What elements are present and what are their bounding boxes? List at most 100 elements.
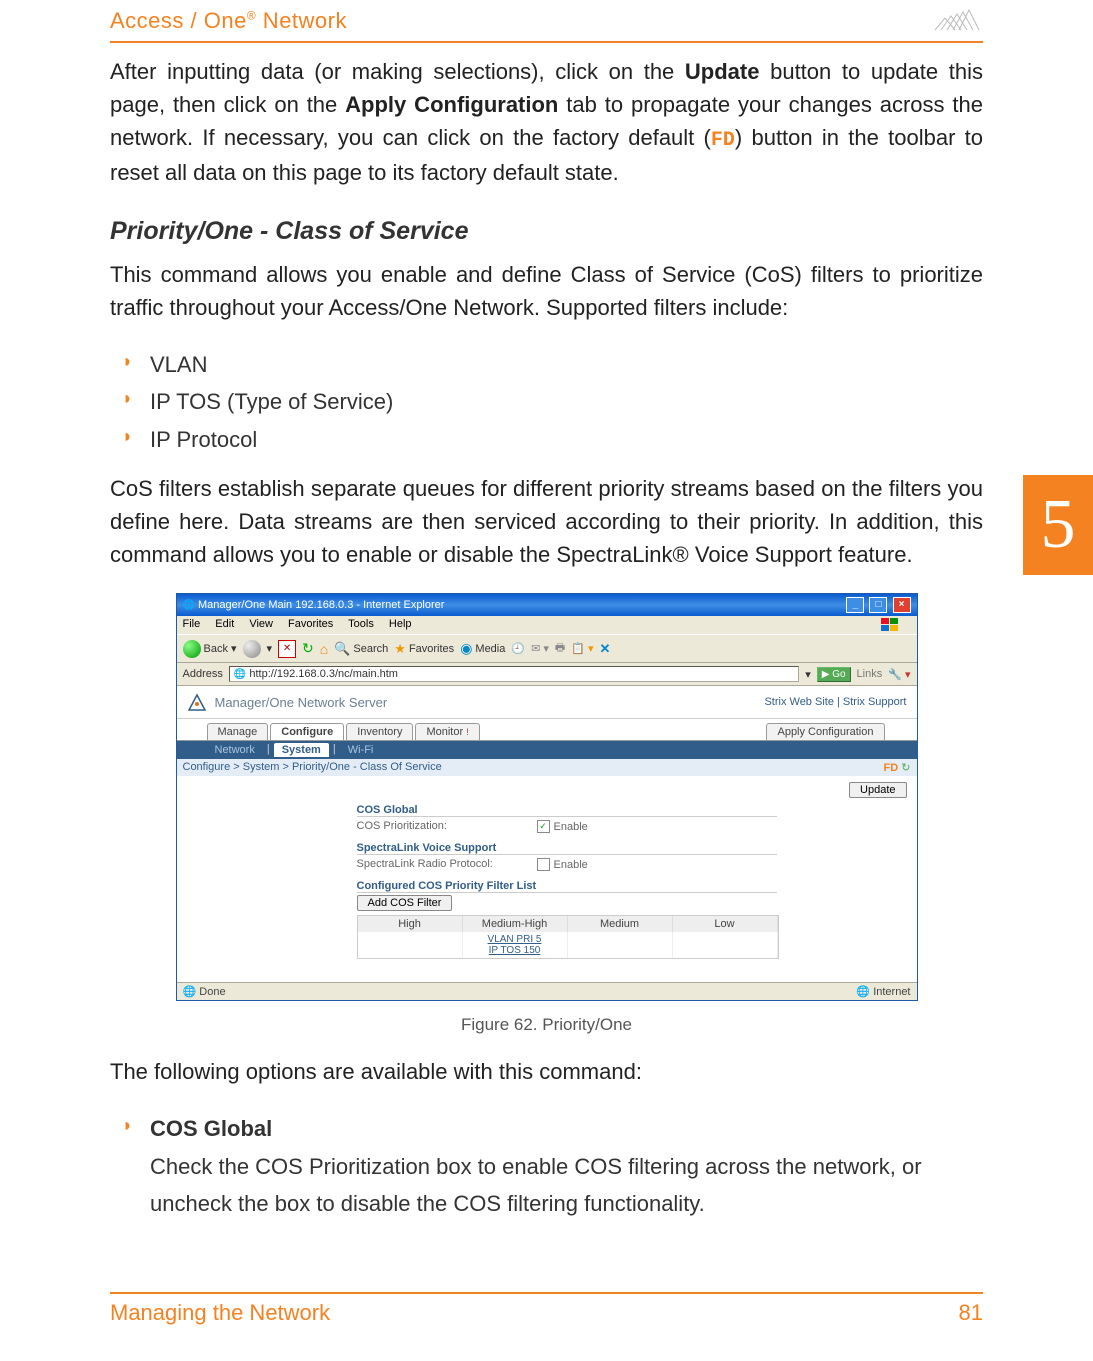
- menu-tools[interactable]: Tools: [348, 618, 374, 630]
- update-button[interactable]: Update: [849, 782, 906, 798]
- header-title-pre: Access / One: [110, 8, 247, 33]
- header-title-sup: ®: [247, 9, 256, 23]
- cos-prioritization-checkbox[interactable]: ✓: [537, 820, 550, 833]
- subtab-system[interactable]: System: [274, 743, 329, 757]
- back-label: Back: [204, 643, 228, 655]
- status-done-text: Done: [199, 986, 225, 998]
- menu-view[interactable]: View: [249, 618, 273, 630]
- fd-button[interactable]: FD: [884, 762, 899, 774]
- menu-help[interactable]: Help: [389, 618, 412, 630]
- address-label: Address: [183, 668, 223, 680]
- filter-list-section: Configured COS Priority Filter List Add …: [357, 880, 777, 959]
- footer-section: Managing the Network: [110, 1300, 330, 1326]
- option-description: Check the COS Prioritization box to enab…: [150, 1154, 922, 1216]
- cos-global-section: COS Global COS Prioritization: ✓ Enable: [357, 804, 777, 834]
- subtab-network[interactable]: Network: [207, 743, 263, 757]
- app-header: Manager/One Network Server Strix Web Sit…: [177, 686, 917, 719]
- address-input[interactable]: 🌐 http://192.168.0.3/nc/main.htm: [229, 666, 799, 682]
- section-heading: Priority/One - Class of Service: [110, 217, 983, 246]
- ie-statusbar: 🌐 Done 🌐 Internet: [177, 982, 917, 1000]
- list-item: IP TOS (Type of Service): [150, 383, 983, 420]
- breadcrumb-bar: Configure > System > Priority/One - Clas…: [177, 759, 917, 776]
- stop-button[interactable]: ✕: [278, 640, 296, 658]
- alert-icon: !: [466, 727, 469, 737]
- history-icon[interactable]: 🕘: [511, 642, 525, 655]
- figure-caption: Figure 62. Priority/One: [110, 1015, 983, 1035]
- media-label: Media: [475, 643, 505, 655]
- ie-menubar: File Edit View Favorites Tools Help: [177, 616, 917, 634]
- footer-page-number: 81: [959, 1300, 983, 1326]
- links-icon[interactable]: 🔧 ▾: [888, 668, 910, 681]
- favorites-label: Favorites: [409, 643, 454, 655]
- tab-inventory[interactable]: Inventory: [346, 723, 413, 740]
- spectralink-checkbox[interactable]: [537, 858, 550, 871]
- top-links[interactable]: Strix Web Site | Strix Support: [764, 696, 906, 708]
- main-tabs: Manage Configure Inventory Monitor ! App…: [177, 719, 917, 741]
- spectralink-title: SpectraLink Voice Support: [357, 842, 777, 855]
- spectralink-value: Enable: [554, 859, 588, 871]
- col-low: Low: [673, 916, 778, 932]
- col-high: High: [358, 916, 463, 932]
- filter-link-iptos[interactable]: IP TOS 150: [465, 945, 565, 956]
- ie-addressbar: Address 🌐 http://192.168.0.3/nc/main.htm…: [177, 663, 917, 686]
- spectralink-section: SpectraLink Voice Support SpectraLink Ra…: [357, 842, 777, 872]
- header-title-post: Network: [256, 8, 347, 33]
- search-button[interactable]: 🔍Search: [334, 641, 388, 657]
- minimize-button[interactable]: _: [846, 597, 864, 613]
- search-label: Search: [353, 643, 388, 655]
- sub-tabs: Network | System | Wi-Fi: [177, 741, 917, 759]
- app-title: Manager/One Network Server: [215, 695, 388, 710]
- tab-configure[interactable]: Configure: [270, 723, 344, 740]
- intro-paragraph: After inputting data (or making selectio…: [110, 55, 983, 189]
- menu-favorites[interactable]: Favorites: [288, 618, 333, 630]
- list-item: VLAN: [150, 346, 983, 383]
- list-item: COS Global Check the COS Prioritization …: [150, 1110, 983, 1222]
- status-done: 🌐 Done: [183, 985, 226, 998]
- mail-icon[interactable]: ✉ ▾: [531, 642, 549, 655]
- list-item: IP Protocol: [150, 421, 983, 458]
- header-logo-icon: [933, 8, 983, 37]
- col-medium: Medium: [568, 916, 673, 932]
- go-label: Go: [832, 669, 845, 680]
- chapter-tab: 5: [1023, 475, 1093, 575]
- tab-manage[interactable]: Manage: [207, 723, 269, 740]
- windows-logo-icon: [881, 618, 899, 632]
- subtab-wifi[interactable]: Wi-Fi: [340, 743, 382, 757]
- media-button[interactable]: ◉Media: [460, 640, 505, 657]
- close-button[interactable]: ×: [893, 597, 911, 613]
- status-zone-text: Internet: [873, 986, 910, 998]
- menu-file[interactable]: File: [183, 618, 201, 630]
- filter-link-vlan[interactable]: VLAN PRI 5: [465, 934, 565, 945]
- menu-edit[interactable]: Edit: [215, 618, 234, 630]
- filter-type-list: VLAN IP TOS (Type of Service) IP Protoco…: [110, 346, 983, 458]
- cos-prioritization-label: COS Prioritization:: [357, 820, 537, 833]
- tab-monitor-label: Monitor: [426, 726, 463, 738]
- go-button[interactable]: ▶ Go: [817, 667, 851, 682]
- refresh-icon[interactable]: ↻: [901, 762, 910, 774]
- tab-monitor[interactable]: Monitor !: [415, 723, 479, 740]
- update-keyword: Update: [685, 59, 760, 84]
- fd-keyword: FD: [711, 129, 735, 152]
- back-button[interactable]: Back ▾: [183, 640, 237, 658]
- forward-button[interactable]: [243, 640, 261, 658]
- screenshot-figure: 🌐 Manager/One Main 192.168.0.3 - Interne…: [176, 593, 918, 1001]
- print-icon[interactable]: 🖶: [555, 639, 565, 658]
- refresh-button[interactable]: ↻: [302, 640, 314, 657]
- page-footer: Managing the Network 81: [110, 1292, 983, 1326]
- address-dropdown-icon[interactable]: ▾: [805, 668, 811, 681]
- ie-toolbar: Back ▾ ▾ ✕ ↻ ⌂ 🔍Search ★Favorites ◉Media…: [177, 634, 917, 663]
- maximize-button[interactable]: □: [869, 597, 887, 613]
- home-button[interactable]: ⌂: [320, 641, 328, 657]
- tool-x-icon[interactable]: ✕: [600, 641, 611, 657]
- tab-apply-configuration[interactable]: Apply Configuration: [766, 723, 884, 740]
- col-medium-high: Medium-High: [463, 916, 568, 932]
- filter-table: High Medium-High Medium Low VLAN PRI 5 I…: [357, 915, 779, 959]
- strix-logo-icon: [187, 692, 207, 712]
- spectralink-label: SpectraLink Radio Protocol:: [357, 858, 537, 871]
- links-label[interactable]: Links: [857, 668, 883, 680]
- edit-icon[interactable]: 📋 ▾: [571, 642, 593, 655]
- add-cos-filter-button[interactable]: Add COS Filter: [357, 895, 453, 911]
- window-title-text: Manager/One Main 192.168.0.3 - Internet …: [198, 599, 444, 611]
- favorites-button[interactable]: ★Favorites: [394, 641, 454, 657]
- status-zone: 🌐 Internet: [856, 985, 910, 998]
